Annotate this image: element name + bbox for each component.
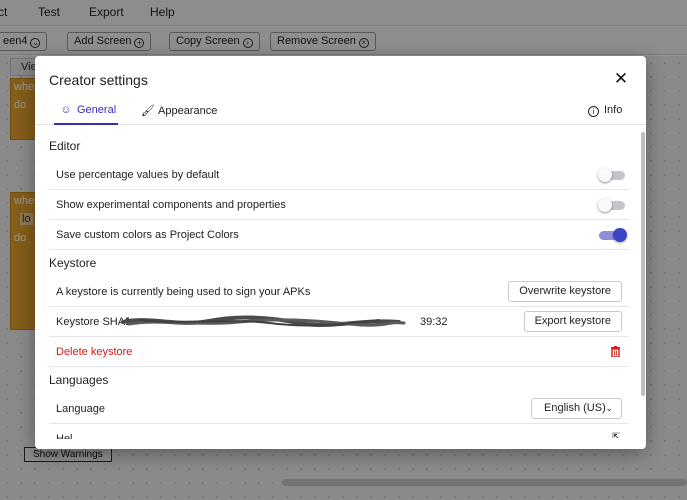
setting-label: Save custom colors as Project Colors <box>56 229 239 241</box>
section-title-keystore: Keystore <box>49 256 97 270</box>
external-link-icon[interactable]: ⇱ <box>612 432 622 438</box>
language-row: Language English (US) ⌄ <box>49 394 629 424</box>
language-label: Language <box>56 403 105 415</box>
chevron-down-icon: ⌄ <box>605 403 613 413</box>
info-icon: i <box>588 106 599 117</box>
close-icon[interactable]: ✕ <box>613 70 629 87</box>
setting-label: Use percentage values by default <box>56 169 220 181</box>
settings-tabs: ☺ General 🖌 Appearance i Info <box>35 98 646 125</box>
export-keystore-button[interactable]: Export keystore <box>523 311 622 332</box>
tab-general[interactable]: ☺ General <box>60 104 116 116</box>
dialog-title: Creator settings <box>49 72 148 88</box>
trash-icon[interactable] <box>611 346 620 357</box>
keystore-status-text: A keystore is currently being used to si… <box>56 286 311 298</box>
delete-keystore-row: Delete keystore <box>49 337 629 367</box>
tab-info-label: Info <box>604 104 623 116</box>
section-title-editor: Editor <box>49 139 81 153</box>
section-title-languages: Languages <box>49 373 109 387</box>
setting-row-project-colors: Save custom colors as Project Colors <box>49 220 629 250</box>
partial-setting-label: Hel... <box>56 433 82 439</box>
dialog-scrollbar[interactable] <box>641 132 645 396</box>
setting-row-experimental: Show experimental components and propert… <box>49 190 629 220</box>
active-tab-indicator <box>54 123 118 125</box>
tab-general-label: General <box>77 104 117 116</box>
percentage-toggle[interactable] <box>598 168 627 182</box>
project-colors-toggle[interactable] <box>599 228 627 242</box>
tab-info[interactable]: i Info <box>588 104 622 117</box>
tab-appearance-label: Appearance <box>158 105 218 117</box>
keystore-sha1-suffix: 39:32 <box>420 316 448 328</box>
experimental-toggle[interactable] <box>598 198 627 212</box>
setting-label: Show experimental components and propert… <box>56 199 286 211</box>
setting-row-percentage: Use percentage values by default <box>49 160 629 190</box>
delete-keystore-link[interactable]: Delete keystore <box>56 346 132 358</box>
settings-content: Editor Use percentage values by default … <box>35 126 646 449</box>
brush-icon: 🖌 <box>141 105 155 117</box>
tab-appearance[interactable]: 🖌 Appearance <box>141 104 217 117</box>
smiley-icon: ☺ <box>60 104 72 116</box>
overwrite-keystore-button[interactable]: Overwrite keystore <box>508 281 622 302</box>
creator-settings-dialog: Creator settings ✕ ☺ General 🖌 Appearance … <box>35 56 646 449</box>
keystore-status-row: A keystore is currently being used to si… <box>49 277 629 307</box>
language-select[interactable]: English (US) ⌄ <box>531 398 622 419</box>
redaction-scribble <box>121 315 406 327</box>
keystore-sha1-row: Keystore SHA1: 4 39:32 Export keystore <box>49 307 629 337</box>
language-select-value: English (US) <box>544 402 606 414</box>
